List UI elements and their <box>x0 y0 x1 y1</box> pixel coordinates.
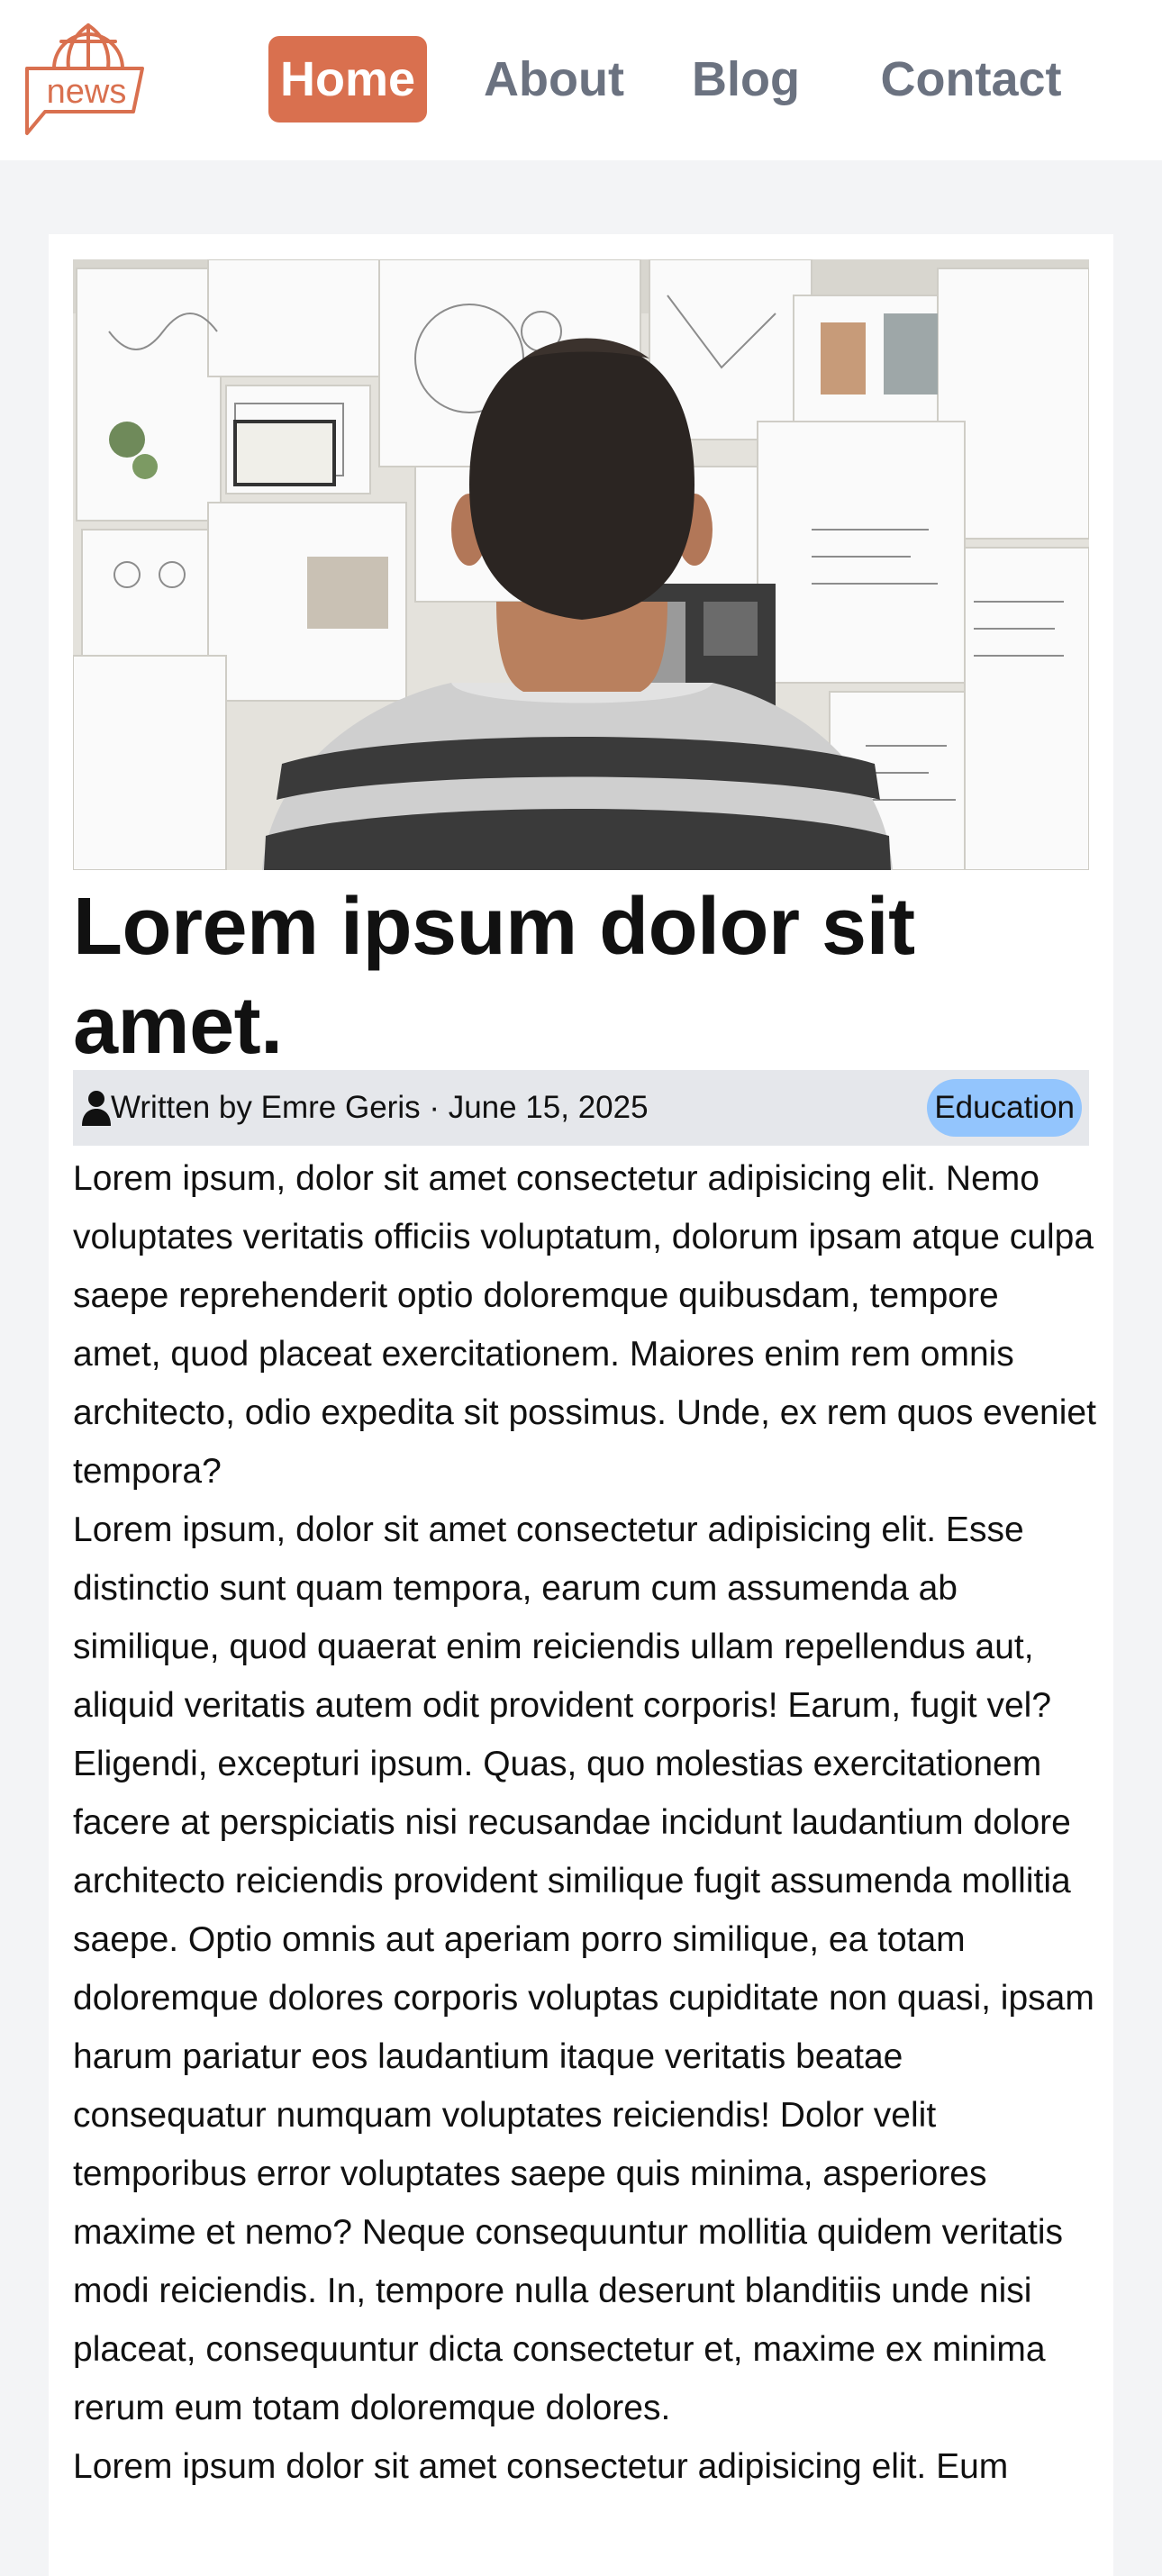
paragraph: Lorem ipsum dolor sit amet consectetur a… <box>73 2447 1009 2486</box>
nav-about-link[interactable]: About <box>476 36 632 122</box>
article-card: Lorem ipsum dolor sit amet. Written by E… <box>49 234 1113 2576</box>
hero-image <box>73 259 1089 870</box>
site-header: news Home About Blog Contact <box>0 0 1162 160</box>
category-badge[interactable]: Education <box>927 1079 1082 1137</box>
article-title: Lorem ipsum dolor sit amet. <box>73 882 915 1071</box>
article-meta: Written by Emre Geris · June 15, 2025 Ed… <box>73 1070 1089 1146</box>
nav-home-link[interactable]: Home <box>268 36 427 122</box>
author-date: Written by Emre Geris · June 15, 2025 <box>111 1090 649 1125</box>
main-nav: Home About Blog Contact <box>0 0 1162 160</box>
article-body: Lorem ipsum, dolor sit amet consectetur … <box>73 1149 1096 2496</box>
paragraph: Lorem ipsum, dolor sit amet consectetur … <box>73 1159 1096 1491</box>
hero-illustration <box>73 259 1089 870</box>
nav-contact-link[interactable]: Contact <box>856 36 1086 122</box>
nav-blog-link[interactable]: Blog <box>685 36 807 122</box>
paragraph: Lorem ipsum, dolor sit amet consectetur … <box>73 1510 1094 2427</box>
user-icon <box>80 1090 113 1126</box>
